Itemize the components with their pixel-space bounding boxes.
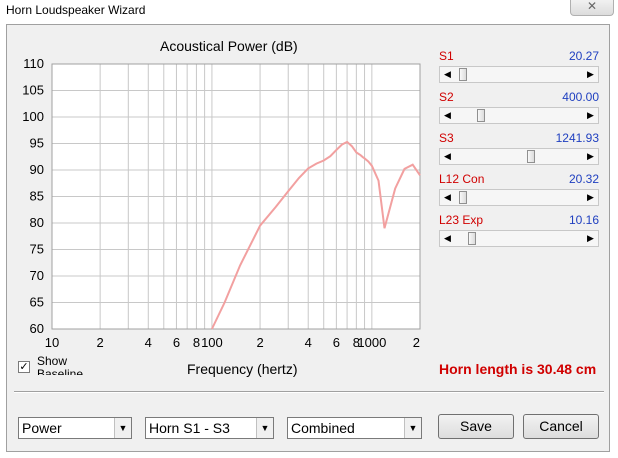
y-tick-label: 80: [30, 215, 44, 230]
x-tick-label: 10: [45, 335, 59, 350]
slider-scrollbar[interactable]: ◀ ▶: [439, 189, 599, 206]
slider-label: L12 Con: [439, 172, 485, 186]
scroll-right-icon[interactable]: ▶: [583, 231, 598, 246]
scroll-left-icon[interactable]: ◀: [440, 231, 455, 246]
y-tick-label: 100: [22, 109, 44, 124]
x-tick-label: 2: [97, 335, 104, 350]
slider-scrollbar[interactable]: ◀ ▶: [439, 148, 599, 165]
horn-length-text: Horn length is 30.48 cm: [439, 361, 597, 377]
y-tick-label: 75: [30, 242, 44, 257]
scroll-left-icon[interactable]: ◀: [440, 67, 455, 82]
slider-thumb[interactable]: [526, 150, 535, 163]
slider-label: S2: [439, 90, 454, 104]
combination-select[interactable]: Combined ▼: [287, 417, 422, 439]
chevron-down-icon[interactable]: ▼: [114, 418, 131, 438]
view-mode-select[interactable]: Power ▼: [18, 417, 132, 439]
y-tick-label: 105: [22, 83, 44, 98]
x-tick-label: 100: [201, 335, 223, 350]
slider-value: 10.16: [568, 213, 599, 227]
x-tick-label: 4: [145, 335, 152, 350]
scroll-left-icon[interactable]: ◀: [440, 190, 455, 205]
x-tick-label: 6: [333, 335, 340, 350]
slider-value: 400.00: [562, 90, 599, 104]
scroll-right-icon[interactable]: ▶: [583, 67, 598, 82]
slider-label: S1: [439, 49, 454, 63]
slider-scrollbar[interactable]: ◀ ▶: [439, 107, 599, 124]
x-tick-label: 8: [193, 335, 200, 350]
scroll-right-icon[interactable]: ▶: [583, 108, 598, 123]
y-tick-label: 85: [30, 189, 44, 204]
show-baseline-checkbox[interactable]: ✓: [18, 361, 30, 373]
y-tick-label: 70: [30, 268, 44, 283]
scroll-left-icon[interactable]: ◀: [440, 149, 455, 164]
x-tick-label: 6: [173, 335, 180, 350]
slider-value: 1241.93: [555, 131, 599, 145]
slider-value: 20.32: [568, 172, 599, 186]
slider-label: L23 Exp: [439, 213, 484, 227]
horn-section-value: Horn S1 - S3: [149, 420, 230, 436]
y-tick-label: 110: [23, 56, 44, 71]
slider-value: 20.27: [568, 49, 599, 63]
save-button[interactable]: Save: [438, 414, 514, 439]
scroll-left-icon[interactable]: ◀: [440, 108, 455, 123]
combination-value: Combined: [291, 420, 355, 436]
slider-thumb[interactable]: [458, 191, 467, 204]
x-tick-label: 1000: [357, 335, 386, 350]
y-tick-label: 90: [30, 162, 44, 177]
slider-scrollbar[interactable]: ◀ ▶: [439, 66, 599, 83]
scroll-right-icon[interactable]: ▶: [583, 149, 598, 164]
horn-section-select[interactable]: Horn S1 - S3 ▼: [145, 417, 274, 439]
horn-wizard-window: Horn Loudspeaker Wizard ✕ Acoustical Pow…: [0, 0, 618, 458]
slider-thumb[interactable]: [476, 109, 485, 122]
separator-line: [14, 391, 604, 393]
scroll-right-icon[interactable]: ▶: [583, 190, 598, 205]
slider-thumb[interactable]: [468, 232, 477, 245]
x-tick-label: 2: [256, 335, 263, 350]
y-tick-label: 60: [30, 321, 44, 336]
x-tick-label: 2: [413, 335, 420, 350]
cancel-button[interactable]: Cancel: [523, 414, 599, 439]
view-mode-value: Power: [22, 420, 62, 436]
check-mark-icon: ✓: [19, 361, 29, 373]
y-tick-label: 65: [30, 295, 44, 310]
chevron-down-icon[interactable]: ▼: [256, 418, 273, 438]
y-tick-label: 95: [30, 136, 44, 151]
slider-scrollbar[interactable]: ◀ ▶: [439, 230, 599, 247]
slider-label: S3: [439, 131, 454, 145]
slider-thumb[interactable]: [458, 68, 467, 81]
chevron-down-icon[interactable]: ▼: [404, 418, 421, 438]
x-tick-label: 4: [305, 335, 312, 350]
x-axis-label: Frequency (hertz): [187, 361, 298, 377]
show-baseline-label: Show Baseline: [37, 355, 84, 375]
